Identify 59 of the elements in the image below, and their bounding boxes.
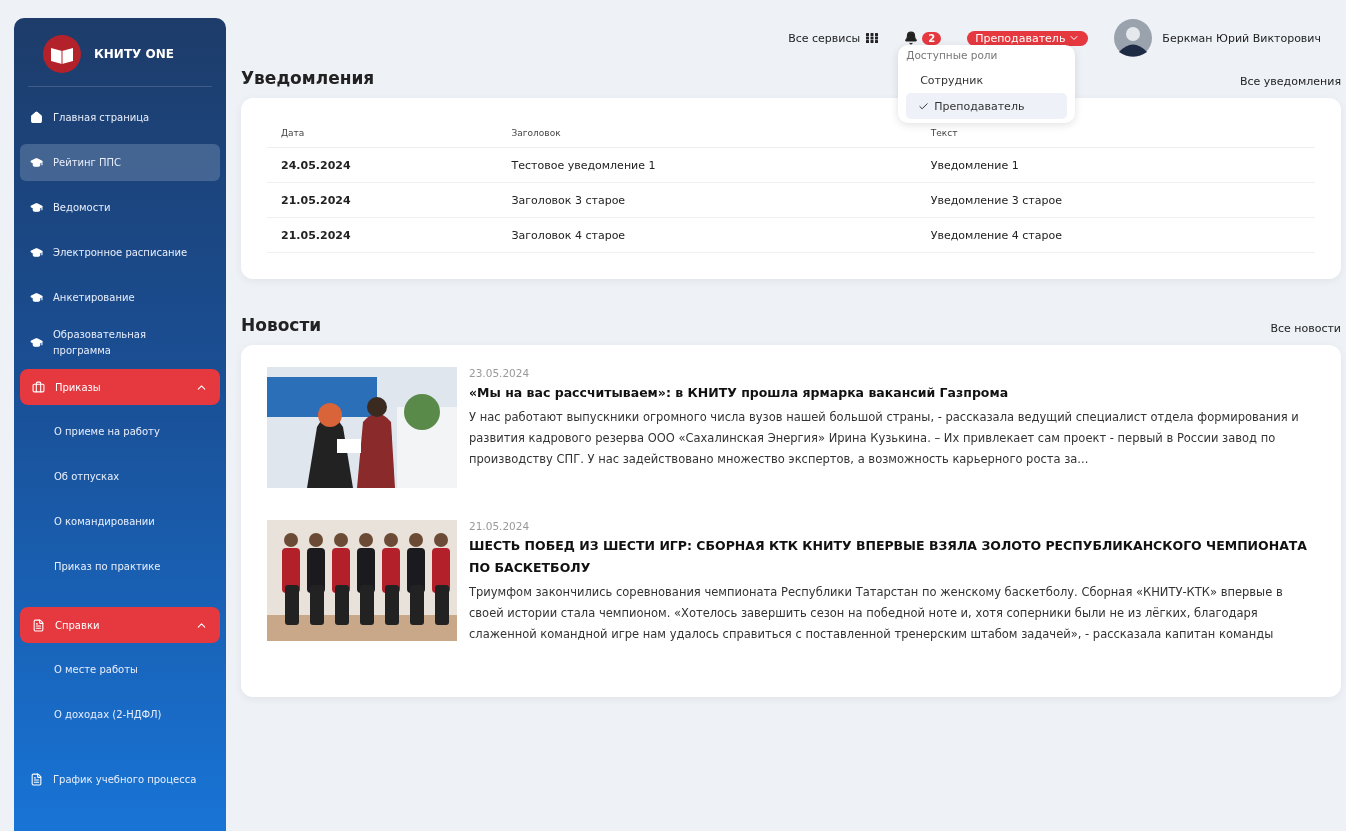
table-cell: Уведомление 1 (916, 147, 1315, 183)
table-cell: 21.05.2024 (267, 182, 498, 218)
role-button[interactable]: Преподаватель (967, 30, 1089, 46)
graduation-cap-icon (30, 291, 43, 304)
news-text: У нас работают выпускники огромного числа вузов нашей большой страны, - рассказала ведущий специалист отдела формирования и развития кадрового резерва ООО «Сахалинская Энергия» Ирина Кузькина. – Их привлекает сам проект - первый в России завод по производству СПГ. У нас задействовано множество экспертов, а возможность карьерного роста за... (469, 409, 1300, 468)
table-cell: Уведомление 3 старое (916, 182, 1315, 218)
sidebar-item[interactable]: Электронное расписание (20, 234, 220, 271)
column-header: Дата (267, 120, 498, 148)
submenu-item[interactable]: О доходах (2-НДФЛ) (20, 692, 220, 737)
news-date: 23.05.2024 (469, 367, 531, 379)
table-cell: 24.05.2024 (267, 147, 498, 183)
table-cell: Заголовок 4 старое (497, 217, 917, 253)
menu-group[interactable]: Приказы (20, 369, 220, 405)
table-cell: Уведомление 4 старое (916, 217, 1315, 253)
submenu-item[interactable]: Об отпусках (20, 454, 220, 499)
all-news-link[interactable]: Все новости (1270, 322, 1341, 335)
submenu-item[interactable]: Приказ по практике (20, 544, 220, 589)
brand-name: КНИТУ ONE (94, 47, 174, 61)
notification-count: 2 (922, 31, 942, 45)
sidebar-item[interactable]: Главная страница (20, 99, 220, 136)
bell-icon[interactable] (904, 31, 919, 45)
document-icon (32, 618, 45, 632)
news-title[interactable]: «Мы на вас рассчитываем»: в КНИТУ прошла ярмарка вакансий Газпрома (469, 382, 1315, 404)
grid-icon (866, 33, 879, 43)
menu-group[interactable]: Справки (20, 607, 220, 643)
sidebar-item[interactable]: Рейтинг ППС (20, 144, 220, 181)
document-icon (30, 773, 43, 786)
column-header: Текст (916, 120, 1315, 148)
briefcase-icon (32, 380, 45, 394)
sidebar-item[interactable]: Анкетирование (20, 279, 220, 316)
table-cell: 21.05.2024 (267, 217, 498, 253)
all-services-link[interactable]: Все сервисы (788, 31, 879, 45)
all-notifications-link[interactable]: Все уведомления (1240, 75, 1341, 88)
role-option[interactable]: Сотрудник (906, 67, 1068, 93)
graduation-cap-icon (30, 336, 43, 349)
graduation-cap-icon (30, 201, 43, 214)
user-name: Беркман Юрий Викторович (1162, 31, 1321, 45)
logo-icon (42, 34, 82, 74)
news-text: Триумфом закончились соревнования чемпионата Республики Татарстан по женскому баскетболу. Сборная «КНИТУ-КТК» впервые в своей истории стала чемпионом. «Хотелось завершить сезон на победной ноте и, хотя соперники были не из лёгких, благодаря слаженной командной игре нам удалось справиться с поставленной тренерским штабом задачей», - рассказала капитан команды (469, 584, 1284, 643)
sidebar-item[interactable]: Ведомости (20, 189, 220, 226)
sidebar-item[interactable]: Образовательная программа (20, 324, 220, 361)
table-cell: Тестовое уведомление 1 (497, 147, 917, 183)
home-icon (30, 111, 43, 124)
section-title: Уведомления (241, 68, 375, 88)
graduation-cap-icon (30, 246, 43, 259)
table-cell: Заголовок 3 старое (497, 182, 917, 218)
column-header: Заголовок (497, 120, 917, 148)
graduation-cap-icon (30, 156, 43, 169)
submenu-item[interactable]: О командировании (20, 499, 220, 544)
check-icon (918, 100, 930, 112)
menu-title: Доступные роли (906, 49, 999, 61)
submenu-item[interactable]: О месте работы (20, 647, 220, 692)
news-date: 21.05.2024 (469, 520, 531, 532)
avatar (1114, 19, 1153, 57)
sidebar-item[interactable]: График учебного процесса (20, 761, 220, 798)
news-title[interactable]: ШЕСТЬ ПОБЕД ИЗ ШЕСТИ ИГР: СБОРНАЯ КТК КНИТУ ВПЕРВЫЕ ВЗЯЛА ЗОЛОТО РЕСПУБЛИКАНСКОГО ЧЕМПИОНАТА ПО БАСКЕТБОЛУ (469, 535, 1315, 579)
role-option[interactable]: Преподаватель (906, 93, 1068, 119)
section-title: Новости (241, 315, 322, 335)
submenu-item[interactable]: О приеме на работу (20, 409, 220, 454)
